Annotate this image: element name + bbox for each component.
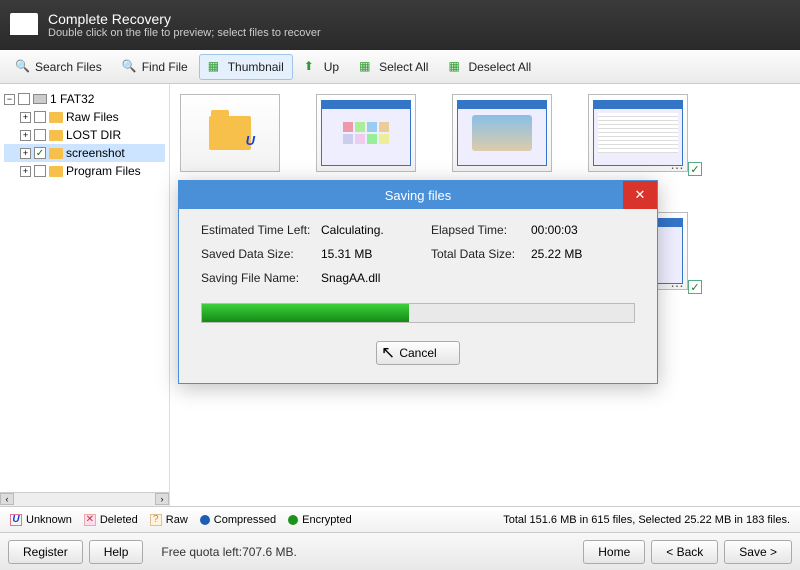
etl-value: Calculating. [321, 223, 431, 237]
expand-icon[interactable]: + [20, 148, 31, 159]
cancel-button[interactable]: Cancel [376, 341, 459, 365]
collapse-icon[interactable]: − [4, 94, 15, 105]
bottom-bar: Register Help Free quota left:707.6 MB. … [0, 532, 800, 570]
folder-icon [49, 148, 63, 159]
raw-icon: ? [150, 514, 162, 526]
quota-text: Free quota left:707.6 MB. [161, 545, 296, 559]
image-thumb [457, 100, 547, 166]
toolbar: 🔍Search Files 🔍Find File ▦Thumbnail ⬆Up … [0, 50, 800, 84]
search-files-button[interactable]: 🔍Search Files [6, 54, 111, 80]
find-file-button[interactable]: 🔍Find File [113, 54, 197, 80]
tree-item[interactable]: + LOST DIR [4, 126, 165, 144]
save-button[interactable]: Save > [724, 540, 792, 564]
thumb-folder-up[interactable]: U [180, 94, 288, 172]
tree-item[interactable]: + Program Files [4, 162, 165, 180]
app-icon [10, 13, 38, 35]
checkbox[interactable] [34, 129, 46, 141]
expand-icon[interactable]: + [20, 166, 31, 177]
thumb-checkbox[interactable]: ✓ [688, 280, 702, 294]
select-all-button[interactable]: ▦Select All [350, 54, 437, 80]
tree-panel: − 1 FAT32 + Raw Files + LOST DIR + ✓ scr… [0, 84, 170, 506]
deselect-all-icon: ▦ [448, 59, 464, 75]
up-icon: ⬆ [304, 59, 320, 75]
folder-icon [49, 112, 63, 123]
help-button[interactable]: Help [89, 540, 144, 564]
expand-icon[interactable]: + [20, 130, 31, 141]
folder-icon: U [209, 116, 251, 150]
tree-item-selected[interactable]: + ✓ screenshot [4, 144, 165, 162]
elapsed-value: 00:00:03 [531, 223, 611, 237]
expand-icon[interactable]: + [20, 112, 31, 123]
saved-value: 15.31 MB [321, 247, 431, 261]
deleted-icon: ✕ [84, 514, 96, 526]
thumb-item[interactable] [452, 94, 560, 172]
file-value: SnagAA.dll [321, 271, 431, 285]
scroll-left-icon[interactable]: ‹ [0, 493, 14, 505]
search-icon: 🔍 [15, 59, 31, 75]
tree-root[interactable]: − 1 FAT32 [4, 90, 165, 108]
etl-label: Estimated Time Left: [201, 223, 321, 237]
home-button[interactable]: Home [583, 540, 645, 564]
elapsed-label: Elapsed Time: [431, 223, 531, 237]
saved-label: Saved Data Size: [201, 247, 321, 261]
checkbox[interactable] [34, 165, 46, 177]
thumb-checkbox[interactable]: ✓ [688, 162, 702, 176]
checkbox[interactable] [18, 93, 30, 105]
back-button[interactable]: < Back [651, 540, 718, 564]
register-button[interactable]: Register [8, 540, 83, 564]
saving-dialog: Saving files ✕ Estimated Time Left: Calc… [178, 180, 658, 384]
thumbnail-button[interactable]: ▦Thumbnail [199, 54, 293, 80]
app-title: Complete Recovery [48, 11, 321, 27]
dialog-title-bar[interactable]: Saving files ✕ [179, 181, 657, 209]
compressed-icon [200, 515, 210, 525]
folder-icon [49, 166, 63, 177]
folder-icon [49, 130, 63, 141]
tree-item[interactable]: + Raw Files [4, 108, 165, 126]
thumb-item[interactable]: … ✓ [588, 94, 696, 172]
find-icon: 🔍 [122, 59, 138, 75]
progress-fill [202, 304, 409, 322]
total-label: Total Data Size: [431, 247, 531, 261]
unknown-icon: U [10, 514, 22, 526]
select-all-icon: ▦ [359, 59, 375, 75]
checkbox-checked[interactable]: ✓ [34, 147, 46, 159]
checkbox[interactable] [34, 111, 46, 123]
app-subtitle: Double click on the file to preview; sel… [48, 27, 321, 39]
encrypted-icon [288, 515, 298, 525]
scroll-right-icon[interactable]: › [155, 493, 169, 505]
up-button[interactable]: ⬆Up [295, 54, 348, 80]
file-label: Saving File Name: [201, 271, 321, 285]
stats-text: Total 151.6 MB in 615 files, Selected 25… [503, 514, 790, 526]
legend-bar: UUnknown ✕Deleted ?Raw Compressed Encryp… [0, 506, 800, 532]
tree-scrollbar[interactable]: ‹ › [0, 492, 169, 506]
more-icon: … [670, 156, 684, 172]
progress-bar [201, 303, 635, 323]
unknown-badge-icon: U [246, 133, 255, 148]
thumbnail-icon: ▦ [208, 59, 224, 75]
thumb-item[interactable] [316, 94, 424, 172]
close-button[interactable]: ✕ [623, 181, 657, 209]
total-value: 25.22 MB [531, 247, 611, 261]
dialog-title: Saving files [385, 188, 451, 203]
more-icon: … [670, 274, 684, 290]
image-thumb [321, 100, 411, 166]
app-header: Complete Recovery Double click on the fi… [0, 0, 800, 50]
drive-icon [33, 94, 47, 104]
deselect-all-button[interactable]: ▦Deselect All [439, 54, 540, 80]
